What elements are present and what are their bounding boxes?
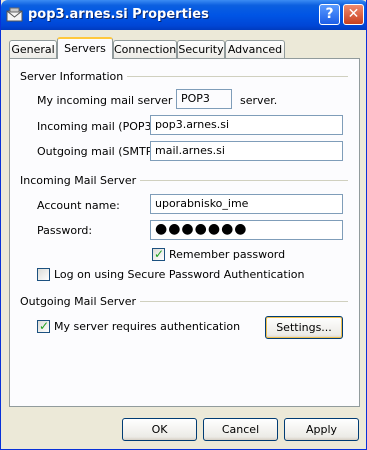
help-button[interactable]: ? [319,4,340,25]
close-button[interactable]: ✕ [343,4,364,25]
server-information-heading: Server Information [20,70,128,83]
tab-advanced[interactable]: Advanced [225,40,285,58]
incoming-mail-server-heading: Incoming Mail Server [20,174,141,187]
smtp-auth-label[interactable]: My server requires authentication [54,320,240,333]
ok-button[interactable]: OK [122,418,197,441]
incoming-type-prefix: My incoming mail server is a [37,94,195,107]
incoming-mail-input[interactable]: pop3.arnes.si [150,115,343,135]
incoming-server-type-field: POP3 [176,89,232,109]
group-divider [110,76,348,77]
incoming-mail-label: Incoming mail (POP3): [37,120,160,133]
password-input[interactable]: ●●●●●●● [150,220,343,240]
checkmark-icon: ✓ [39,319,50,333]
apply-button[interactable]: Apply [284,418,359,441]
smtp-auth-checkbox[interactable]: ✓ [37,319,50,333]
window-title: pop3.arnes.si Properties [28,7,209,22]
outgoing-mail-server-heading: Outgoing Mail Server [20,295,141,308]
spa-checkbox[interactable] [37,268,50,281]
tab-connection[interactable]: Connection [113,40,177,58]
servers-tab-panel: Server Information My incoming mail serv… [9,58,360,407]
outgoing-mail-label: Outgoing mail (SMTP): [37,145,161,158]
remember-password-checkbox[interactable]: ✓ [152,247,165,261]
tab-security[interactable]: Security [177,40,225,58]
properties-dialog: pop3.arnes.si Properties ? ✕ General Ser… [0,0,367,450]
checkmark-icon: ✓ [154,247,165,261]
group-divider [128,301,348,302]
remember-password-label[interactable]: Remember password [169,248,285,261]
title-bar[interactable]: pop3.arnes.si Properties ? ✕ [1,0,366,30]
account-name-label: Account name: [37,199,120,212]
tab-general[interactable]: General [9,40,57,58]
spa-label[interactable]: Log on using Secure Password Authenticat… [54,268,305,281]
outgoing-mail-input[interactable]: mail.arnes.si [150,141,343,161]
cancel-button[interactable]: Cancel [203,418,278,441]
account-name-input[interactable]: uporabnisko_ime [150,194,343,214]
settings-button[interactable]: Settings... [265,316,343,339]
group-divider [128,180,348,181]
incoming-type-suffix: server. [240,94,278,107]
tab-servers[interactable]: Servers [57,37,113,59]
mail-account-icon [6,7,23,22]
password-label: Password: [37,224,93,237]
